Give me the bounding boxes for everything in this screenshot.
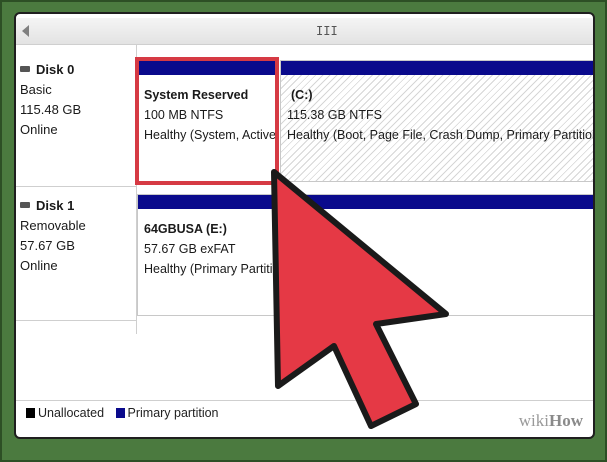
- disk-1-label[interactable]: Disk 1 Removable 57.67 GB Online: [20, 196, 134, 276]
- scroll-left-icon[interactable]: [22, 25, 29, 37]
- row-separator: [16, 186, 136, 187]
- row-separator: [16, 320, 136, 321]
- disk-0-name: Disk 0: [36, 62, 75, 77]
- disk-0-label[interactable]: Disk 0 Basic 115.48 GB Online: [20, 60, 134, 140]
- legend-label: Primary partition: [127, 406, 219, 420]
- disk-0-size: 115.48 GB: [20, 102, 82, 117]
- disk-0-status: Online: [20, 122, 58, 137]
- disk-icon: [20, 65, 30, 72]
- disk-management-window: III Disk 0 Basic 115.48 GB Online Disk 1…: [14, 12, 595, 439]
- disk-icon: [20, 201, 30, 208]
- highlight-box: [135, 57, 279, 185]
- legend-swatch: [115, 408, 125, 418]
- partition-usb-drive-name: 64GBUSA (E:): [144, 222, 227, 236]
- cursor-arrow-icon: [271, 169, 449, 429]
- scroll-grip-icon[interactable]: III: [316, 24, 338, 38]
- legend-item-unallocated: Unallocated: [26, 406, 104, 420]
- disk-1-size: 57.67 GB: [20, 238, 75, 253]
- disk-1-type: Removable: [20, 218, 86, 233]
- partition-usb-drive-size: 57.67 GB exFAT: [144, 242, 236, 256]
- legend: Unallocated Primary partition: [26, 406, 227, 420]
- partition-c-drive-status: Healthy (Boot, Page File, Crash Dump, Pr…: [287, 128, 595, 142]
- legend-item-primary: Primary partition: [115, 406, 219, 420]
- partition-c-drive-size: 115.38 GB NTFS: [287, 108, 382, 122]
- disk-1-status: Online: [20, 258, 58, 273]
- horizontal-scrollbar[interactable]: III: [16, 18, 593, 45]
- disk-0-type: Basic: [20, 82, 52, 97]
- partition-bar: [281, 61, 593, 75]
- disk-1-name: Disk 1: [36, 198, 75, 213]
- legend-swatch: [26, 408, 35, 418]
- partition-c-drive-name: (C:): [291, 88, 313, 102]
- image-frame: III Disk 0 Basic 115.48 GB Online Disk 1…: [0, 0, 607, 462]
- watermark-logo: wikiHow: [518, 411, 583, 430]
- legend-label: Unallocated: [38, 406, 105, 420]
- partition-usb-drive-status: Healthy (Primary Partiti: [144, 262, 273, 276]
